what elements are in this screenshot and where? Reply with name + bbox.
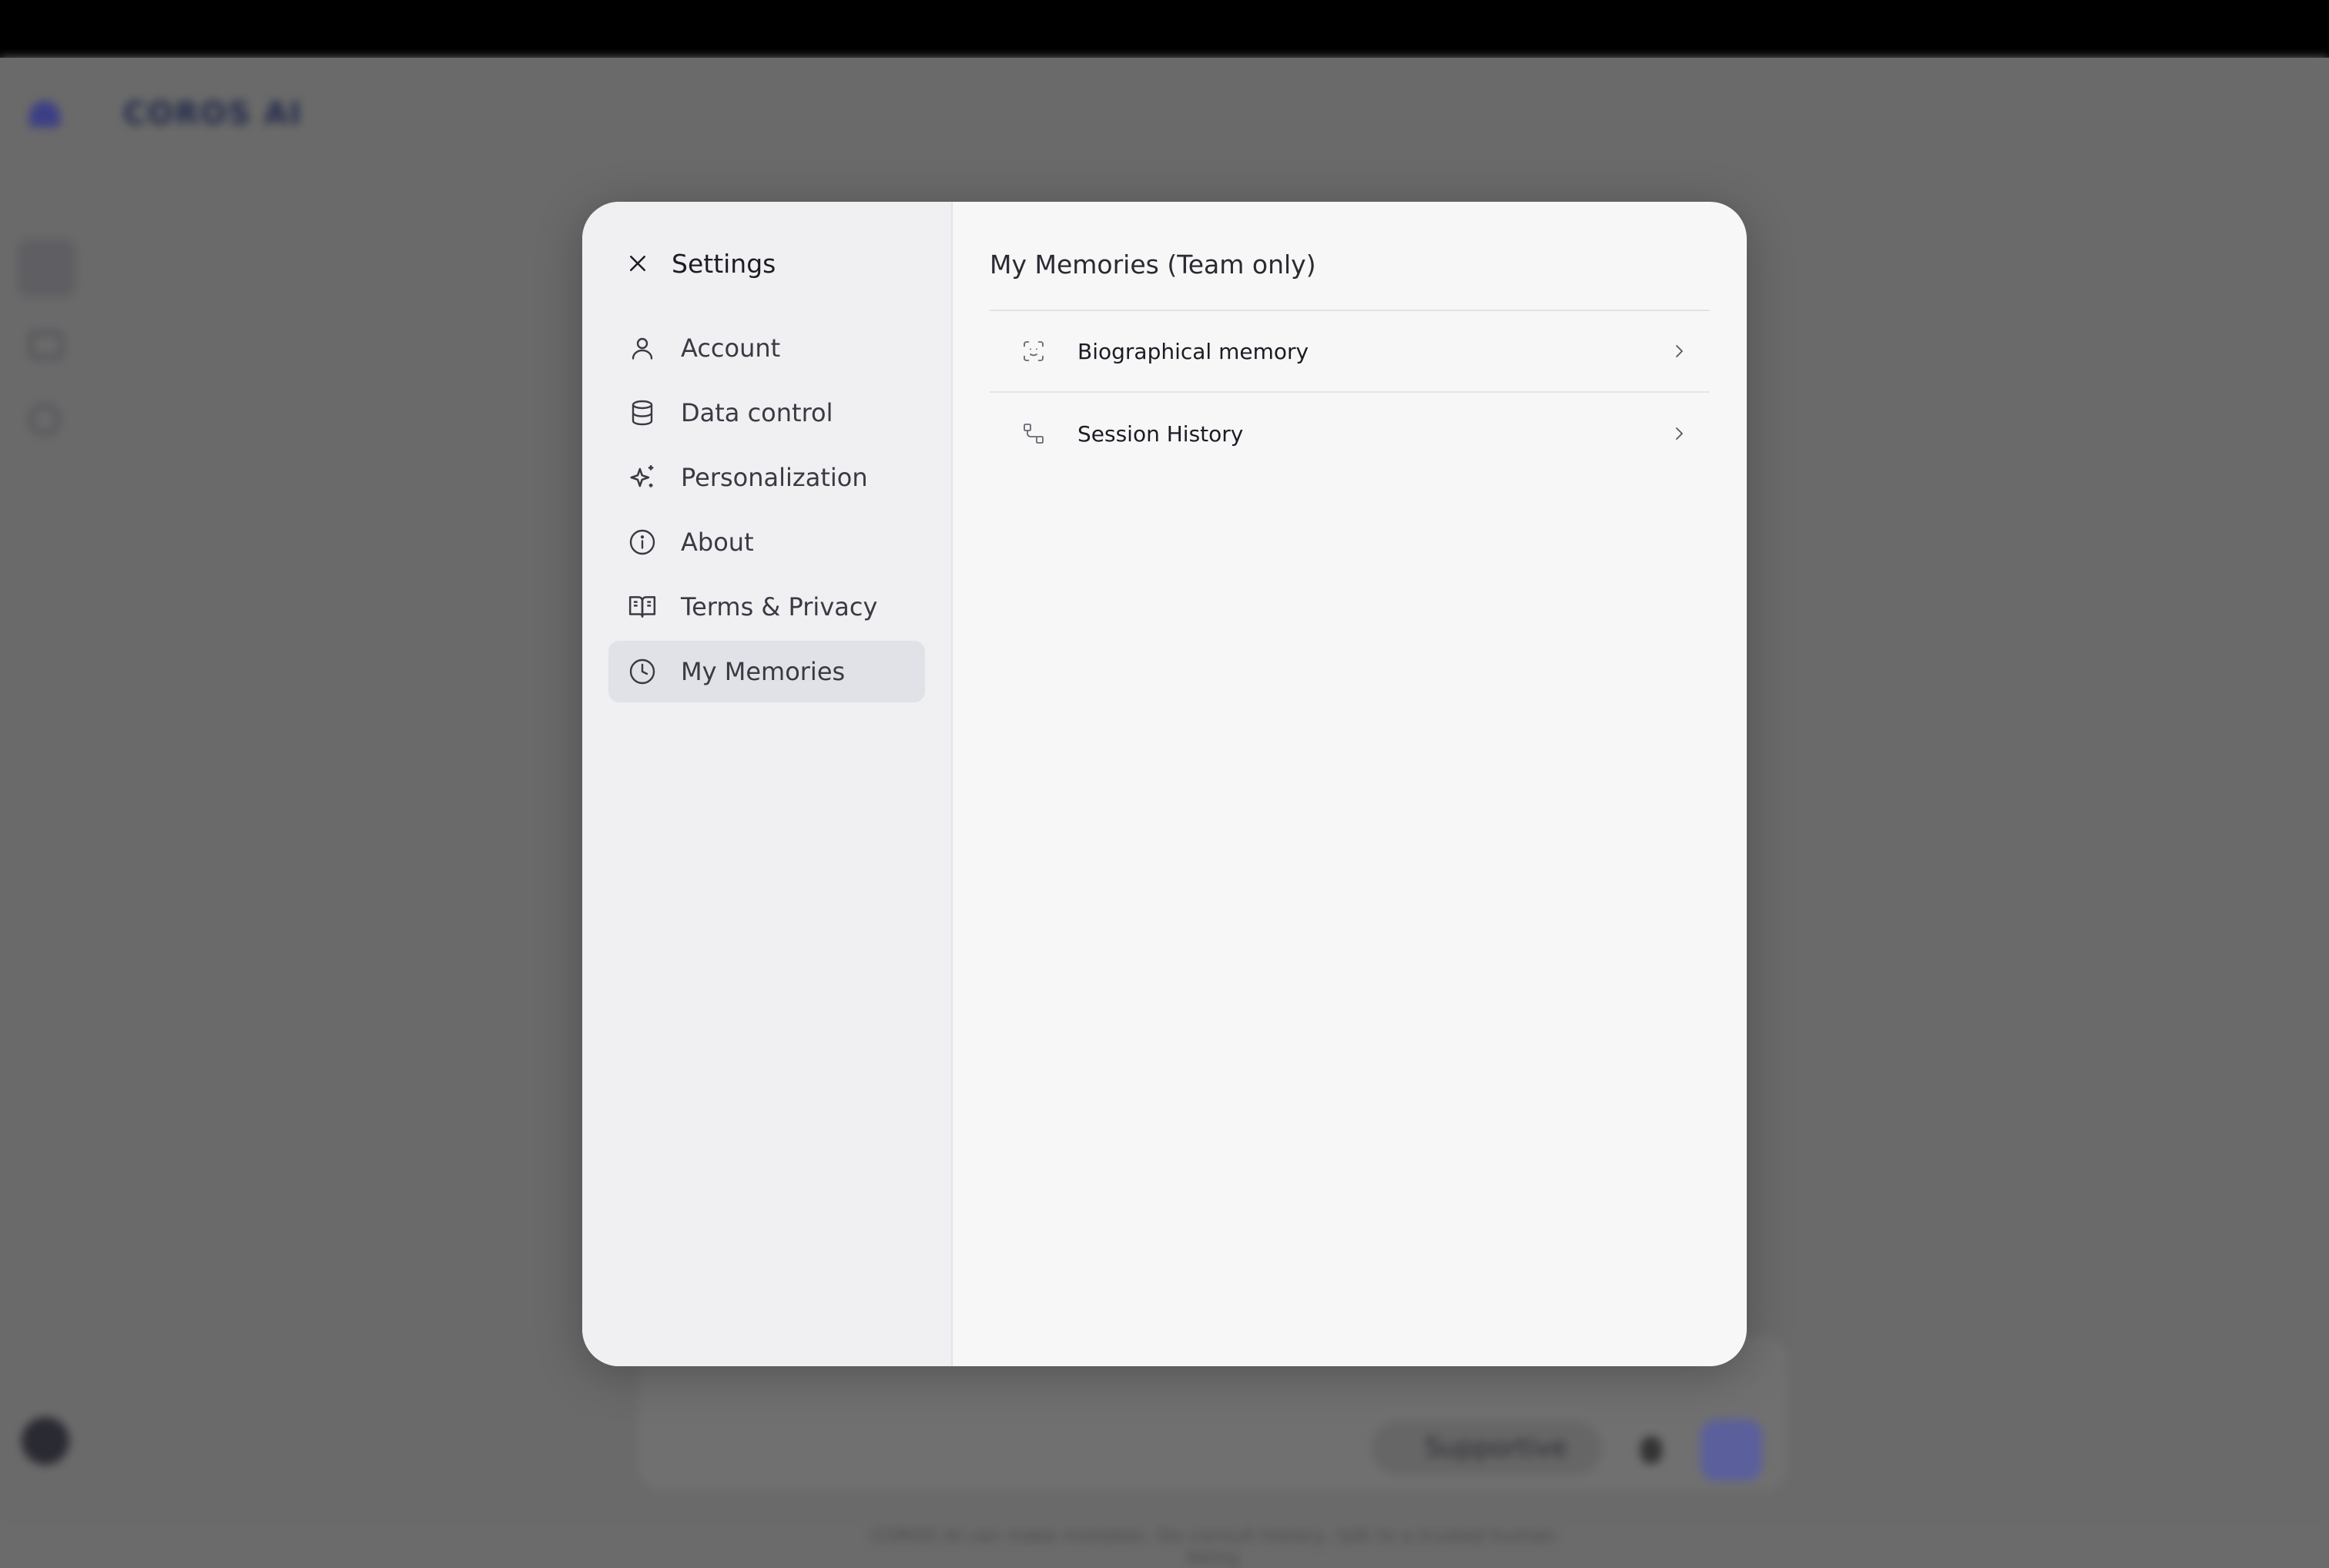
settings-title: Settings [672,248,776,279]
settings-content: My Memories (Team only) Biographical mem… [953,202,1747,1366]
clock-icon [627,656,658,687]
settings-sidebar: Settings Account Data control Personaliz… [582,202,953,1366]
database-icon [627,397,658,428]
chevron-right-icon [1668,340,1690,362]
nav-item-data-control[interactable]: Data control [608,382,925,444]
nav-label: About [681,528,754,557]
nav-label: My Memories [681,657,846,686]
session-history-row[interactable]: Session History [990,393,1710,474]
brand-name: COROS AI [123,96,303,132]
nav-item-my-memories[interactable]: My Memories [608,641,925,702]
nav-label: Account [681,333,781,363]
settings-nav: Account Data control Personalization Abo… [608,317,925,702]
biographical-memory-row[interactable]: Biographical memory [990,311,1710,393]
nav-label: Personalization [681,463,868,492]
nav-label: Terms & Privacy [681,592,878,622]
settings-modal: Settings Account Data control Personaliz… [582,202,1747,1366]
mode-pill: Supportive [1371,1421,1602,1475]
mic-icon [1640,1436,1662,1464]
send-button [1701,1419,1762,1481]
info-icon [627,527,658,558]
footer-disclaimer: COROS AI can make mistakes. Do consult h… [870,1525,1556,1568]
row-label: Session History [1077,420,1244,447]
top-bar [0,0,2329,58]
memories-list: Biographical memory Session History [990,311,1710,474]
sidebar-search-button [17,239,75,297]
nav-label: Data control [681,398,833,427]
chevron-right-icon [1668,423,1690,444]
nav-item-personalization[interactable]: Personalization [608,447,925,508]
sidebar-chat-icon [29,331,63,359]
book-open-icon [627,591,658,622]
close-button[interactable] [619,245,656,282]
brand-logo-icon [29,101,60,127]
sidebar-history-icon [29,404,60,435]
sparkles-icon [627,462,658,493]
nav-item-about[interactable]: About [608,511,925,573]
connect-icon [1020,420,1047,447]
nav-item-terms-privacy[interactable]: Terms & Privacy [608,576,925,638]
user-icon [627,333,658,364]
avatar [22,1417,69,1465]
nav-item-account[interactable]: Account [608,317,925,379]
row-label: Biographical memory [1077,338,1309,364]
close-icon [626,252,649,275]
page-title: My Memories (Team only) [990,250,1316,280]
face-scan-icon [1020,338,1047,364]
settings-header: Settings [619,239,925,288]
